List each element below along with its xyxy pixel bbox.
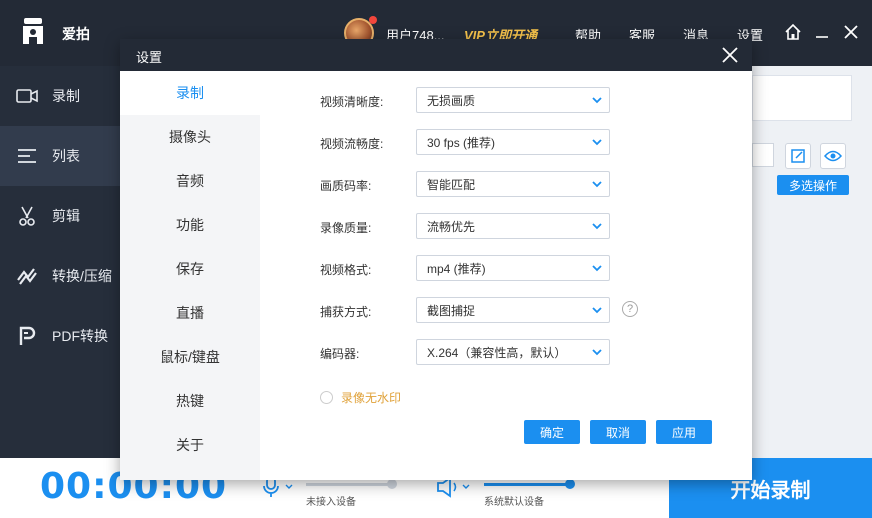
sidebar-item-label: 列表 (52, 148, 80, 164)
dialog-title: 设置 (136, 50, 163, 65)
notification-dot (369, 16, 377, 24)
record-quality-select[interactable]: 流畅优先 (416, 213, 610, 239)
dialog-close-icon[interactable] (720, 45, 740, 65)
no-watermark-option[interactable]: 录像无水印 (320, 389, 401, 406)
settings-tab-record[interactable]: 录制 (120, 71, 260, 115)
speaker-device-label: 系统默认设备 (484, 497, 544, 508)
select-value: 无损画质 (427, 93, 476, 108)
settings-tab-about[interactable]: 关于 (120, 423, 260, 467)
edit-icon (791, 149, 805, 163)
settings-tab-mouse-keyboard[interactable]: 鼠标/键盘 (120, 335, 260, 379)
close-icon[interactable] (841, 22, 861, 42)
sidebar-item-record[interactable]: 录制 (0, 66, 120, 126)
pdf-icon (19, 326, 36, 345)
chevron-down-icon (592, 97, 602, 104)
select-value: 截图捕捉 (427, 303, 476, 318)
sidebar-item-label: PDF转换 (52, 328, 108, 344)
sidebar-item-label: 录制 (52, 88, 80, 104)
chevron-down-icon (592, 139, 602, 146)
sidebar-item-label: 转换/压缩 (52, 268, 112, 284)
chevron-down-icon (592, 181, 602, 188)
field-label: 录像质量: (320, 221, 372, 235)
dialog-header: 设置 (120, 39, 752, 71)
list-icon (18, 149, 36, 163)
speaker-volume-knob[interactable] (565, 479, 575, 489)
field-label: 视频流畅度: (320, 137, 384, 151)
app-logo-icon (23, 18, 43, 44)
scissors-icon (19, 206, 35, 226)
field-label: 视频格式: (320, 263, 372, 277)
chevron-down-icon (592, 223, 602, 230)
settings-tab-save[interactable]: 保存 (120, 247, 260, 291)
chevron-down-icon (592, 349, 602, 356)
convert-icon (17, 268, 37, 285)
speaker-volume-fill (484, 483, 570, 486)
home-icon[interactable] (783, 22, 803, 42)
sidebar-item-convert[interactable]: 转换/压缩 (0, 246, 120, 306)
sidebar-item-pdf[interactable]: PDF转换 (0, 306, 120, 366)
main-header-box (752, 75, 852, 121)
settings-tab-live[interactable]: 直播 (120, 291, 260, 335)
field-label: 视频清晰度: (320, 95, 384, 109)
select-value: 30 fps (推荐) (427, 135, 496, 150)
search-input[interactable] (752, 143, 774, 167)
minimize-icon[interactable] (812, 22, 832, 42)
no-watermark-label: 录像无水印 (341, 391, 402, 405)
field-label: 编码器: (320, 347, 360, 361)
encoder-select[interactable]: X.264（兼容性高，默认） (416, 339, 610, 365)
mic-volume-knob[interactable] (386, 479, 397, 489)
field-label: 捕获方式: (320, 305, 372, 319)
no-watermark-radio[interactable] (320, 391, 333, 404)
sidebar-item-label: 剪辑 (52, 208, 80, 224)
help-icon[interactable]: ? (622, 301, 638, 317)
multi-select-button[interactable]: 多选操作 (777, 175, 849, 195)
select-value: 智能匹配 (427, 177, 476, 192)
settings-tab-function[interactable]: 功能 (120, 203, 260, 247)
eye-icon (824, 150, 842, 162)
sidebar-item-edit[interactable]: 剪辑 (0, 186, 120, 246)
video-camera-icon (16, 89, 38, 103)
video-clarity-select[interactable]: 无损画质 (416, 87, 610, 113)
chevron-down-icon (592, 307, 602, 314)
settings-dialog: 设置 录制 摄像头 音频 功能 保存 直播 鼠标/键盘 热键 关于 视频清晰度:… (120, 39, 752, 480)
bitrate-select[interactable]: 智能匹配 (416, 171, 610, 197)
settings-nav: 录制 摄像头 音频 功能 保存 直播 鼠标/键盘 热键 关于 (120, 71, 260, 480)
video-fps-select[interactable]: 30 fps (推荐) (416, 129, 610, 155)
settings-tab-hotkey[interactable]: 热键 (120, 379, 260, 423)
settings-tab-audio[interactable]: 音频 (120, 159, 260, 203)
ok-button[interactable]: 确定 (524, 420, 580, 444)
select-value: 流畅优先 (427, 219, 476, 234)
sidebar: 录制 列表 剪辑 转换/压缩 PDF转换 (0, 66, 120, 458)
settings-tab-camera[interactable]: 摄像头 (120, 115, 260, 159)
field-label: 画质码率: (320, 179, 372, 193)
select-value: X.264（兼容性高，默认） (427, 345, 567, 360)
capture-mode-select[interactable]: 截图捕捉 (416, 297, 610, 323)
edit-button[interactable] (785, 143, 811, 169)
apply-button[interactable]: 应用 (656, 420, 712, 444)
preview-button[interactable] (820, 143, 846, 169)
app-name: 爱拍 (62, 26, 90, 42)
sidebar-item-list[interactable]: 列表 (0, 126, 120, 186)
mic-device-label: 未接入设备 (306, 497, 356, 508)
mic-volume-slider[interactable] (306, 483, 396, 486)
video-format-select[interactable]: mp4 (推荐) (416, 255, 610, 281)
chevron-down-icon (592, 265, 602, 272)
cancel-button[interactable]: 取消 (590, 420, 646, 444)
select-value: mp4 (推荐) (427, 261, 486, 276)
